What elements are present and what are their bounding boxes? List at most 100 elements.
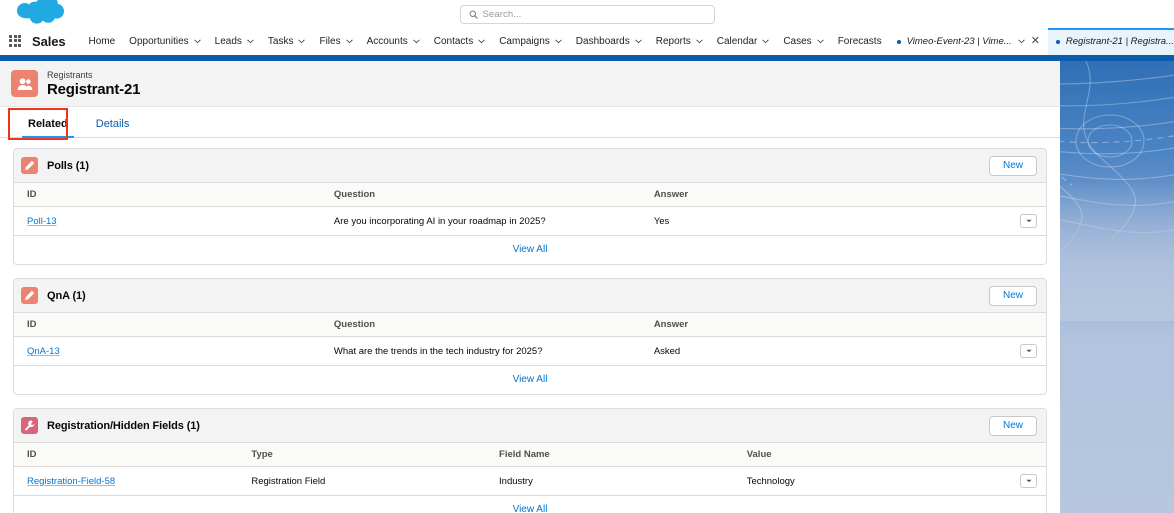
salesforce-cloud-logo — [17, 0, 64, 24]
chevron-down-icon — [298, 39, 306, 44]
nav-item-forecasts[interactable]: Forecasts — [831, 28, 889, 55]
browser-tab-label: Vimeo-Event-23 | Vime... — [906, 36, 1012, 47]
table-cell: Industry — [499, 466, 747, 496]
record-link[interactable]: Registration-Field-58 — [27, 476, 115, 487]
edit-pencil-icon — [21, 157, 38, 174]
row-actions-cell — [994, 466, 1046, 496]
nav-item-label: Calendar — [716, 36, 758, 47]
wrench-icon — [21, 417, 38, 434]
content-column: Registrants Registrant-21 Related Detail… — [0, 61, 1060, 513]
nav-item-label: Tasks — [267, 36, 294, 47]
column-header[interactable]: Question — [333, 183, 654, 207]
related-list-header: QnA (1) New — [14, 279, 1046, 313]
close-icon[interactable]: ✕ — [1031, 36, 1040, 47]
column-header[interactable]: Answer — [653, 313, 995, 337]
tab-details[interactable]: Details — [82, 118, 144, 137]
new-button[interactable]: New — [988, 155, 1037, 176]
related-list-table: ID Type Field Name Value Registration-Field-… — [14, 443, 1046, 496]
column-header[interactable]: ID — [14, 443, 252, 467]
related-list-header: Registration/Hidden Fields (1) New — [14, 409, 1046, 443]
chevron-down-icon — [193, 39, 201, 44]
chevron-down-icon — [1025, 349, 1032, 353]
nav-item-label: Cases — [783, 36, 812, 47]
column-header[interactable]: Value — [746, 443, 995, 467]
nav-item-label: Leads — [214, 36, 242, 47]
nav-items-container: Home Opportunities Leads Tasks Files Accounts… — [81, 28, 888, 55]
nav-item-calendar[interactable]: Calendar — [710, 28, 777, 55]
table-header-row: ID Type Field Name Value — [14, 443, 1046, 467]
app-launcher-icon[interactable] — [9, 34, 23, 49]
row-actions-menu-button[interactable] — [1020, 344, 1037, 358]
tab-related[interactable]: Related — [14, 118, 82, 138]
new-button[interactable]: New — [988, 415, 1037, 436]
browser-top-bar: Search... — [0, 0, 1174, 28]
row-actions-menu-button[interactable] — [1020, 214, 1037, 228]
search-icon — [469, 10, 478, 19]
nav-item-reports[interactable]: Reports — [649, 28, 710, 55]
nav-item-label: Files — [319, 36, 341, 47]
nav-item-campaigns[interactable]: Campaigns — [492, 28, 569, 55]
related-list-card: QnA (1) New ID Question Answer QnA-13 What are… — [13, 278, 1047, 395]
column-header-actions — [994, 183, 1046, 207]
table-cell: What are the trends in the tech industry… — [333, 336, 654, 366]
row-actions-menu-button[interactable] — [1020, 474, 1037, 488]
record-link-cell[interactable]: QnA-13 — [14, 336, 334, 366]
related-list-table: ID Question Answer Poll-13 Are you incorpora… — [14, 183, 1046, 236]
nav-item-home[interactable]: Home — [81, 28, 122, 55]
column-header[interactable]: Type — [251, 443, 500, 467]
nav-item-leads[interactable]: Leads — [208, 28, 261, 55]
view-all-row: View All — [14, 496, 1046, 513]
related-list-card: Polls (1) New ID Question Answer Poll-13 Are y… — [13, 148, 1047, 265]
nav-item-dashboards[interactable]: Dashboards — [569, 28, 649, 55]
nav-item-files[interactable]: Files — [312, 28, 359, 55]
app-name-label[interactable]: Sales — [32, 34, 66, 49]
view-all-link[interactable]: View All — [513, 504, 548, 513]
view-all-link[interactable]: View All — [513, 374, 548, 385]
record-link[interactable]: Poll-13 — [27, 216, 57, 227]
row-actions-cell — [994, 206, 1046, 236]
record-object-label: Registrants — [47, 70, 93, 80]
global-search-box[interactable]: Search... — [459, 4, 715, 24]
nav-item-contacts[interactable]: Contacts — [427, 28, 492, 55]
record-link-cell[interactable]: Registration-Field-58 — [14, 466, 252, 496]
browser-tab-2[interactable]: Registrant-21 | Registra...✕ — [1047, 28, 1174, 55]
record-header-text: Registrants Registrant-21 — [47, 69, 140, 98]
chevron-down-icon — [555, 39, 562, 44]
related-list-card: Registration/Hidden Fields (1) New ID Type F… — [13, 408, 1047, 513]
chevron-down-icon — [247, 39, 254, 44]
nav-item-label: Accounts — [366, 36, 408, 47]
nav-item-label: Contacts — [433, 36, 474, 47]
nav-item-tasks[interactable]: Tasks — [261, 28, 313, 55]
column-header-actions — [994, 313, 1046, 337]
chevron-down-icon — [816, 39, 824, 44]
column-header[interactable]: Field Name — [499, 443, 747, 467]
nav-item-opportunities[interactable]: Opportunities — [122, 28, 207, 55]
column-header[interactable]: Answer — [653, 183, 995, 207]
browser-tab-1[interactable]: Vimeo-Event-23 | Vime... ✕ — [889, 28, 1048, 55]
nav-item-accounts[interactable]: Accounts — [360, 28, 427, 55]
record-header: Registrants Registrant-21 — [0, 61, 1060, 107]
search-placeholder: Search... — [482, 8, 522, 20]
table-header-row: ID Question Answer — [14, 313, 1046, 337]
chevron-down-icon — [413, 39, 420, 44]
column-header[interactable]: ID — [14, 313, 334, 337]
unsaved-dot-icon — [896, 39, 901, 44]
view-all-row: View All — [14, 236, 1046, 264]
related-list-title: Polls (1) — [47, 159, 89, 172]
table-cell: Are you incorporating AI in your roadmap… — [333, 206, 654, 236]
nav-item-cases[interactable]: Cases — [776, 28, 830, 55]
record-link-cell[interactable]: Poll-13 — [14, 206, 334, 236]
record-link[interactable]: QnA-13 — [27, 346, 60, 357]
table-header-row: ID Question Answer — [14, 183, 1046, 207]
registrants-icon — [11, 70, 38, 97]
page-title: Registrant-21 — [47, 81, 141, 98]
new-button[interactable]: New — [988, 285, 1037, 306]
column-header[interactable]: Question — [333, 313, 654, 337]
table-row: QnA-13 What are the trends in the tech in… — [14, 336, 1046, 366]
view-all-link[interactable]: View All — [513, 244, 548, 255]
nav-item-label: Reports — [655, 36, 691, 47]
nav-item-label: Campaigns — [499, 36, 550, 47]
related-lists-container: Polls (1) New ID Question Answer Poll-13 Are y… — [0, 138, 1060, 513]
page-background: Registrants Registrant-21 Related Detail… — [0, 61, 1174, 513]
column-header[interactable]: ID — [14, 183, 334, 207]
